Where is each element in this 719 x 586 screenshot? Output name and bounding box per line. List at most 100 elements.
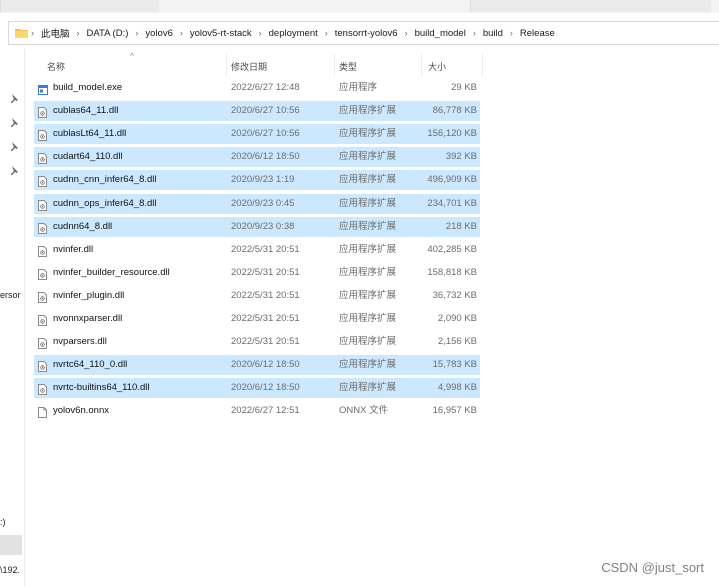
chevron-right-icon[interactable]: › [259,28,262,38]
pin-icon[interactable] [9,117,19,127]
file-size: 15,783 KB [432,359,477,371]
chevron-right-icon[interactable]: › [405,28,408,38]
file-type: 应用程序扩展 [339,359,397,371]
file-name: yolov6n.onnx [53,405,109,417]
nav-item-fragment[interactable]: ersor [0,290,21,300]
chevron-right-icon[interactable]: › [510,28,513,38]
file-size: 16,957 KB [432,405,477,417]
file-name: nvonnxparser.dll [53,313,123,324]
column-divider[interactable] [421,54,422,76]
file-name: cudart64_110.dll [53,151,123,163]
breadcrumb-rt-stack[interactable]: yolov5-rt-stack [190,28,252,39]
file-name: nvinfer_builder_resource.dll [53,266,170,278]
file-size: 496,909 KB [427,174,477,186]
file-icon [38,406,47,419]
file-row[interactable]: nvinfer.dll 2022/5/31 20:51 应用程序扩展 402,285 … [34,240,480,260]
chevron-right-icon[interactable]: › [325,28,328,38]
breadcrumb-yolov6[interactable]: yolov6 [145,28,172,39]
dll-icon [38,152,47,165]
file-row[interactable]: cublasLt64_11.dll 2020/6/27 10:56 应用程序扩展 15… [34,124,480,145]
file-row[interactable]: nvonnxparser.dll 2022/5/31 20:51 应用程序扩展 2,0… [34,309,480,329]
column-header-date[interactable]: 修改日期 [231,56,267,76]
file-name: cublas64_11.dll [53,105,119,117]
file-date: 2022/5/31 20:51 [231,266,300,278]
file-size: 234,701 KB [427,197,477,209]
file-date: 2022/6/27 12:51 [231,405,300,417]
file-date: 2020/6/12 18:50 [231,382,300,394]
file-row[interactable]: cudart64_110.dll 2020/6/12 18:50 应用程序扩展 392… [34,147,480,168]
breadcrumb-release[interactable]: Release [520,28,555,39]
toolbar-segment[interactable] [0,0,159,12]
chevron-right-icon: › [31,28,34,38]
file-name: cudnn64_8.dll [53,220,113,232]
nav-item-fragment[interactable]: \192. [0,565,20,575]
file-size: 4,998 KB [437,382,477,394]
dll-icon [38,129,47,142]
file-row[interactable]: nvrtc64_110_0.dll 2020/6/12 18:50 应用程序扩展 15… [34,355,480,376]
address-bar[interactable]: › 此电脑 › DATA (D:) › yolov6 › yolov5-rt-s… [8,21,719,45]
file-type: 应用程序扩展 [339,128,397,140]
file-type: 应用程序扩展 [339,382,397,394]
file-row[interactable]: nvinfer_builder_resource.dll 2022/5/31 20… [34,263,480,283]
chevron-right-icon[interactable]: › [180,28,183,38]
dll-icon [38,106,47,119]
column-header-name[interactable]: 名称 [47,56,65,76]
file-row[interactable]: build_model.exe 2022/6/27 12:48 应用程序 29 KB [34,78,480,98]
file-row[interactable]: nvinfer_plugin.dll 2022/5/31 20:51 应用程序扩展 3… [34,286,480,306]
breadcrumb-deployment[interactable]: deployment [269,28,318,39]
toolbar-segment[interactable] [470,0,711,12]
file-type: 应用程序扩展 [339,243,397,255]
file-name: nvinfer_plugin.dll [53,289,125,301]
file-row[interactable]: cudnn_cnn_infer64_8.dll 2020/9/23 1:19 应用程… [34,170,480,191]
dll-icon [38,383,47,396]
chevron-right-icon[interactable]: › [135,28,138,38]
chevron-right-icon[interactable]: › [77,28,80,38]
file-date: 2020/6/27 10:56 [231,128,300,140]
column-divider[interactable] [334,54,335,76]
toolbar-strip [0,0,719,13]
sort-ascending-icon: ^ [130,52,134,61]
file-date: 2020/6/27 10:56 [231,105,300,117]
column-header-type[interactable]: 类型 [339,56,357,76]
file-name: nvparsers.dll [53,336,107,348]
breadcrumb-build[interactable]: build [483,28,503,39]
file-date: 2022/5/31 20:51 [231,336,300,348]
breadcrumb-drive[interactable]: DATA (D:) [87,28,129,39]
file-row[interactable]: yolov6n.onnx 2022/6/27 12:51 ONNX 文件 16,957… [34,401,480,421]
exe-icon [38,83,48,95]
breadcrumb-tensorrt[interactable]: tensorrt-yolov6 [335,28,398,39]
file-row[interactable]: nvparsers.dll 2022/5/31 20:51 应用程序扩展 2,156 … [34,332,480,352]
dll-icon [38,245,47,257]
column-header-size[interactable]: 大小 [428,56,446,76]
file-row[interactable]: cudnn_ops_infer64_8.dll 2020/9/23 0:45 应用程… [34,193,480,214]
nav-item-selected[interactable] [0,535,22,555]
pin-icon[interactable] [9,165,19,175]
file-name: nvinfer.dll [53,243,94,255]
breadcrumb-build-model[interactable]: build_model [415,28,466,39]
file-size: 36,732 KB [432,289,477,301]
column-divider[interactable] [226,54,227,76]
nav-item-fragment[interactable]: :) [0,517,6,527]
file-date: 2022/5/31 20:51 [231,243,300,255]
file-type: 应用程序扩展 [339,313,397,324]
breadcrumb-this-pc[interactable]: 此电脑 [41,26,70,40]
dll-icon [38,222,47,234]
file-type: ONNX 文件 [339,405,389,417]
dll-icon [38,337,47,350]
file-row[interactable]: nvrtc-builtins64_110.dll 2020/6/12 18:50 应… [34,378,480,399]
file-type: 应用程序扩展 [339,197,397,209]
file-name: build_model.exe [53,82,123,93]
navigation-pane[interactable] [0,49,25,586]
file-type: 应用程序 [339,82,378,93]
file-row[interactable]: cudnn64_8.dll 2020/9/23 0:38 应用程序扩展 218 KB [34,216,480,237]
chevron-right-icon[interactable]: › [473,28,476,38]
file-type: 应用程序扩展 [339,151,397,163]
column-divider[interactable] [482,54,483,76]
pin-icon[interactable] [9,93,19,103]
pin-icon[interactable] [9,141,19,151]
file-size: 29 KB [451,82,477,93]
dll-icon [38,314,47,326]
file-row[interactable]: cublas64_11.dll 2020/6/27 10:56 应用程序扩展 86,7… [34,101,480,122]
folder-icon [15,28,28,38]
file-type: 应用程序扩展 [339,266,397,278]
